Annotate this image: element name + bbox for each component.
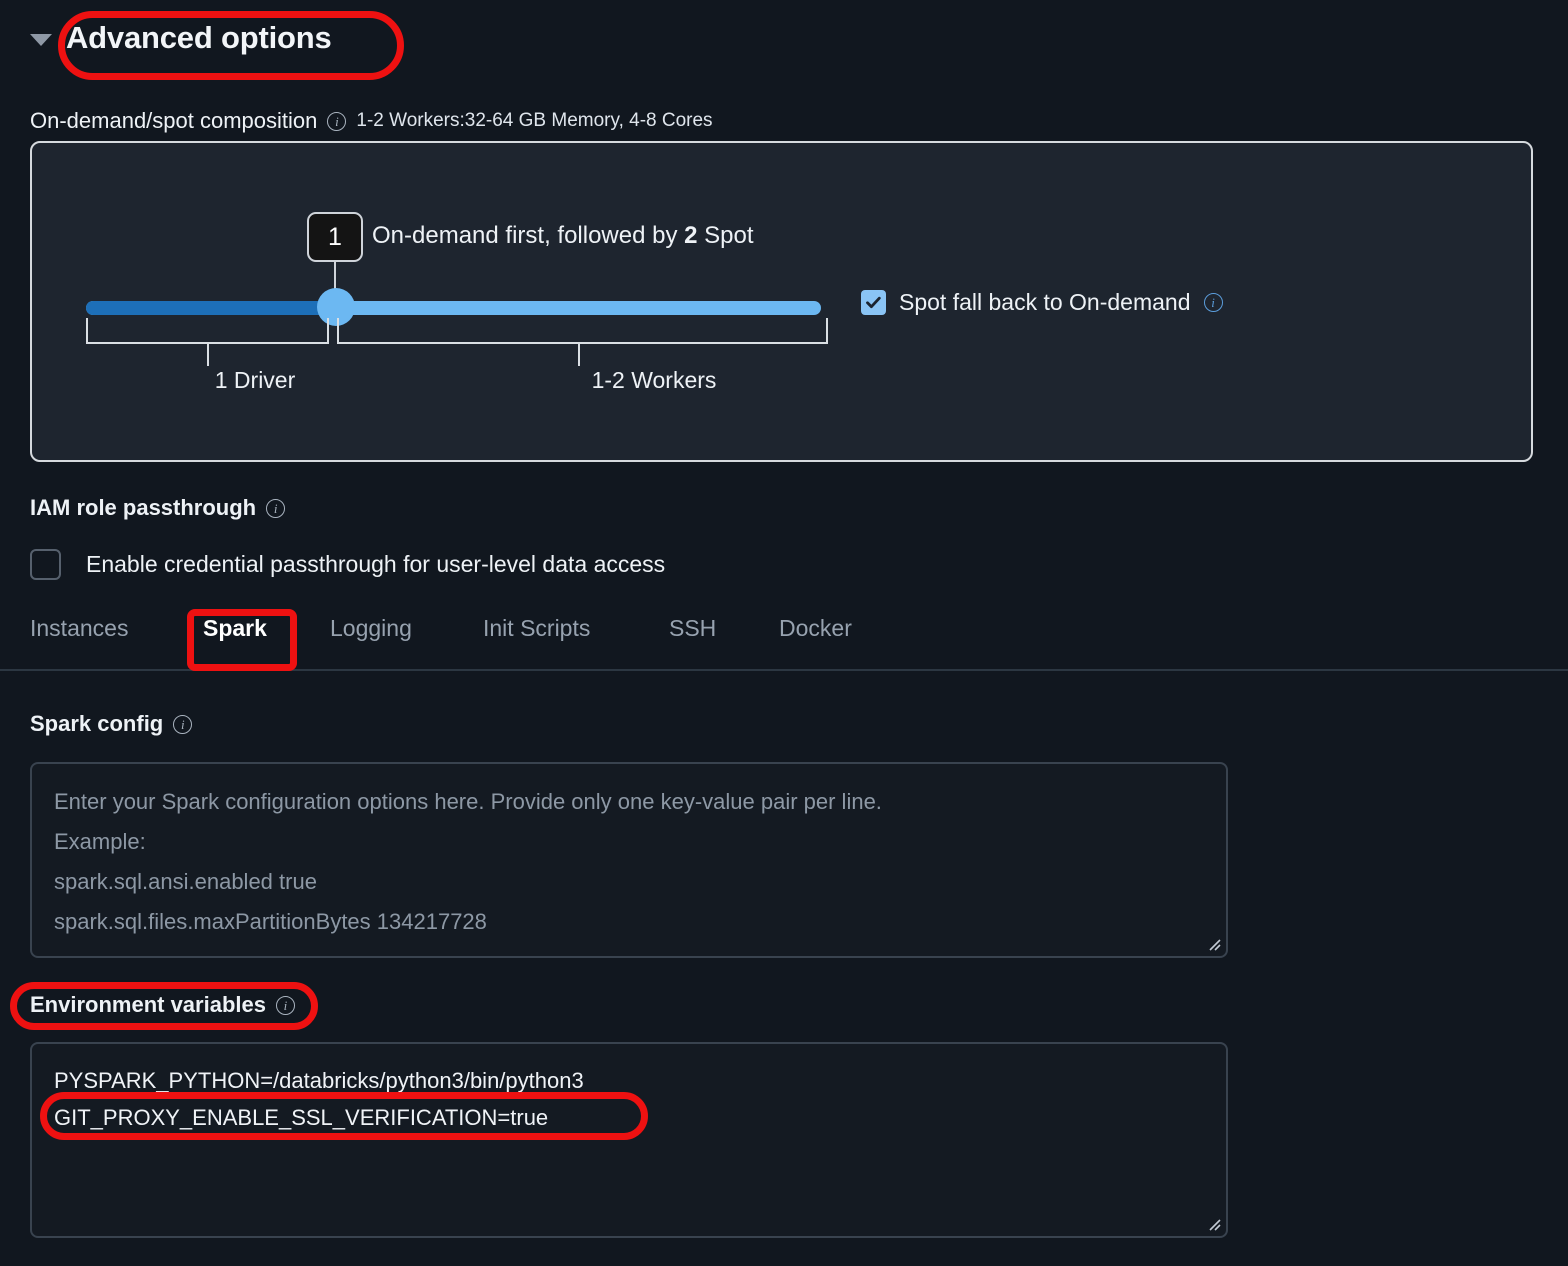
composition-label: On-demand/spot composition [30,108,318,133]
workers-bracket-label: 1-2 Workers [591,367,717,393]
spark-config-placeholder-line: Example: [54,829,146,854]
info-icon[interactable]: i [1203,293,1223,312]
env-vars-label-row: Environment variables i [30,992,295,1018]
iam-passthrough-checkbox[interactable] [30,549,61,580]
spot-fallback-label: Spot fall back to On-demand [899,289,1191,315]
iam-label: IAM role passthrough [30,495,257,520]
workers-bracket-tick [578,344,580,366]
driver-bracket-label: 1 Driver [214,367,296,393]
iam-passthrough-label: Enable credential passthrough for user-l… [86,551,666,577]
tab-docker[interactable]: Docker [779,615,852,646]
slider-description-bold: 2 [684,222,698,249]
slider-description-prefix: On-demand first, followed by [372,222,685,249]
iam-passthrough-row[interactable]: Enable credential passthrough for user-l… [30,549,665,580]
tab-ssh[interactable]: SSH [669,615,716,646]
composition-summary: 1-2 Workers:32-64 GB Memory, 4-8 Cores [356,110,713,131]
tab-spark[interactable]: Spark [203,615,267,646]
spark-config-label-row: Spark config i [30,711,193,737]
environment-variables-textarea[interactable]: PYSPARK_PYTHON=/databricks/python3/bin/p… [30,1042,1228,1238]
spark-config-placeholder-line: spark.sql.ansi.enabled true [54,869,317,894]
spot-fallback-row[interactable]: Spot fall back to On-demand i [861,289,1223,316]
slider-value-bubble: 1 [307,212,363,262]
composition-label-row: On-demand/spot composition i 1-2 Workers… [30,108,713,134]
check-icon [866,296,881,309]
spark-config-placeholder-line: Enter your Spark configuration options h… [54,789,882,814]
driver-bracket [86,318,329,344]
advanced-options-page: Advanced options On-demand/spot composit… [0,0,1568,1266]
slider-description-suffix: Spot [697,222,754,249]
composition-slider[interactable] [86,301,821,315]
resize-grip-icon[interactable] [1205,935,1221,951]
env-vars-label: Environment variables [30,992,266,1017]
tab-init-scripts[interactable]: Init Scripts [483,615,590,646]
slider-description: On-demand first, followed by 2 Spot [372,222,754,250]
env-var-line: PYSPARK_PYTHON=/databricks/python3/bin/p… [54,1068,584,1093]
page-title: Advanced options [66,20,332,55]
info-icon[interactable]: i [266,498,286,518]
tab-instances[interactable]: Instances [30,615,128,646]
info-icon[interactable]: i [275,995,295,1015]
spot-fallback-checkbox[interactable] [861,290,886,315]
spark-config-label: Spark config [30,711,164,736]
slider-fill [86,301,334,315]
config-tabs: Instances Spark Logging Init Scripts SSH… [0,615,1568,671]
info-icon[interactable]: i [327,111,347,131]
tab-logging[interactable]: Logging [330,615,412,646]
caret-down-icon[interactable] [30,34,52,46]
driver-bracket-tick [207,344,209,366]
info-icon[interactable]: i [173,714,193,734]
iam-label-row: IAM role passthrough i [30,495,286,521]
resize-grip-icon[interactable] [1205,1215,1221,1231]
workers-bracket [337,318,828,344]
env-var-line: GIT_PROXY_ENABLE_SSL_VERIFICATION=true [54,1105,549,1130]
spark-config-textarea[interactable]: Enter your Spark configuration options h… [30,762,1228,958]
spark-config-placeholder-line: spark.sql.files.maxPartitionBytes 134217… [54,909,487,934]
advanced-options-toggle[interactable]: Advanced options [30,20,332,56]
